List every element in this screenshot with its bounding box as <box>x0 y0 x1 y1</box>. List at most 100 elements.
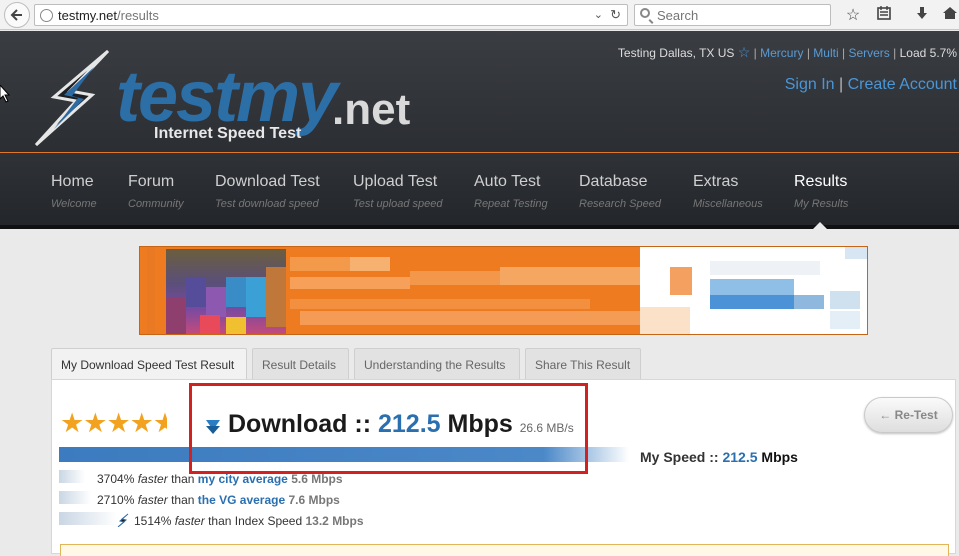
vg-average-link[interactable]: the VG average <box>198 493 285 507</box>
nav-label: Auto Test <box>474 173 541 190</box>
back-button[interactable] <box>4 2 30 28</box>
comparison-bar-index <box>59 512 117 525</box>
auth-links: Sign In | Create Account <box>784 76 957 93</box>
testing-location: Testing Dallas, TX US <box>617 46 735 60</box>
nav-sublabel: Welcome <box>51 198 97 210</box>
star-full-icon: ★ <box>106 408 130 438</box>
nav-auto-test[interactable]: Auto Test Repeat Testing <box>474 173 548 210</box>
tab-share-result[interactable]: Share This Result <box>525 348 641 379</box>
my-speed-label: My Speed :: <box>640 449 719 465</box>
tab-my-download-result[interactable]: My Download Speed Test Result <box>51 348 247 379</box>
comparison-percent: 2710% <box>97 493 135 507</box>
server-info: Testing Dallas, TX US ☆ | Mercury | Mult… <box>617 44 957 60</box>
city-average-link[interactable]: my city average <box>198 472 288 486</box>
server-load: Load 5.7% <box>899 46 957 60</box>
comparison-value: 7.6 Mbps <box>288 493 340 507</box>
comparison-percent: 3704% <box>97 472 135 486</box>
main-nav: Home Welcome Forum Community Download Test… <box>0 153 959 229</box>
nav-sublabel: Test upload speed <box>353 198 443 210</box>
comparison-than: than <box>171 493 195 507</box>
nav-label: Upload Test <box>353 173 438 190</box>
globe-icon <box>40 9 53 22</box>
tab-label: Result Details <box>262 358 337 372</box>
reload-icon[interactable]: ↻ <box>610 7 621 23</box>
tab-label: Share This Result <box>535 358 631 372</box>
comparison-vg: 2710% faster than the VG average 7.6 Mbp… <box>97 493 340 507</box>
comparison-bar-vg <box>59 491 91 504</box>
nav-label: Download Test <box>215 173 320 190</box>
nav-download-test[interactable]: Download Test Test download speed <box>215 173 320 210</box>
comparison-value: 5.6 Mbps <box>291 472 343 486</box>
comparison-than: than <box>171 472 195 486</box>
tab-result-details[interactable]: Result Details <box>252 348 349 379</box>
browser-search-box[interactable] <box>634 4 831 26</box>
nav-home[interactable]: Home Welcome <box>51 173 97 210</box>
comparison-faster: faster <box>137 472 168 486</box>
url-path: /results <box>117 8 159 23</box>
browser-toolbar: testmy.net/results ⌄ ↻ ☆ <box>0 0 959 30</box>
download-icon[interactable] <box>912 5 932 26</box>
comparison-faster: faster <box>174 514 205 528</box>
nav-sublabel: My Results <box>794 198 849 210</box>
url-domain: testmy.net <box>58 8 118 23</box>
retest-button[interactable]: ← Re-Test <box>864 397 953 433</box>
nav-extras[interactable]: Extras Miscellaneous <box>693 173 763 210</box>
logo-tld[interactable]: .net <box>332 85 410 135</box>
tab-label: Understanding the Results <box>364 358 506 372</box>
comparison-city: 3704% faster than my city average 5.6 Mb… <box>97 472 343 486</box>
my-speed-value: 212.5 <box>722 449 758 465</box>
star-full-icon: ★ <box>83 408 107 438</box>
notice-box <box>60 544 949 556</box>
lightning-bolt-logo-icon[interactable] <box>34 49 114 147</box>
comparison-faster: faster <box>137 493 168 507</box>
nav-sublabel: Community <box>128 198 184 210</box>
tab-understanding-results[interactable]: Understanding the Results <box>354 348 520 379</box>
mouse-cursor-icon <box>0 85 10 103</box>
star-icon[interactable]: ☆ <box>738 44 751 60</box>
lightning-bolt-icon <box>117 513 129 527</box>
star-full-icon: ★ <box>60 408 84 438</box>
highlight-box <box>189 383 588 474</box>
nav-database[interactable]: Database Research Speed <box>579 173 661 210</box>
nav-label: Extras <box>693 173 739 190</box>
address-bar[interactable]: testmy.net/results ⌄ ↻ <box>34 4 628 26</box>
url-text: testmy.net/results <box>58 8 159 23</box>
logo-wordmark[interactable]: testmy <box>116 61 338 133</box>
rating-stars: ★★★★★ <box>60 408 167 439</box>
comparison-bar-city <box>59 470 85 483</box>
star-half-icon: ★ <box>152 408 167 438</box>
site-header: Testing Dallas, TX US ☆ | Mercury | Mult… <box>0 31 959 153</box>
logo-tagline: Internet Speed Test <box>154 125 302 142</box>
reading-list-icon[interactable] <box>874 5 894 26</box>
chevron-down-icon[interactable]: ⌄ <box>594 8 603 21</box>
active-nav-caret <box>813 222 827 229</box>
create-account-link[interactable]: Create Account <box>848 76 957 93</box>
nav-sublabel: Repeat Testing <box>474 198 548 210</box>
comparison-index: 1514% faster than Index Speed 13.2 Mbps <box>134 514 364 528</box>
link-servers[interactable]: Servers <box>848 46 889 60</box>
my-speed-unit: Mbps <box>761 449 798 465</box>
nav-label: Home <box>51 173 94 190</box>
bookmark-star-icon[interactable]: ☆ <box>843 5 863 25</box>
nav-label: Database <box>579 173 648 190</box>
nav-sublabel: Test download speed <box>215 198 319 210</box>
nav-sublabel: Miscellaneous <box>693 198 763 210</box>
banner-ad[interactable] <box>139 246 868 335</box>
link-multi[interactable]: Multi <box>813 46 838 60</box>
nav-label: Results <box>794 173 848 190</box>
comparison-than: than Index Speed <box>208 514 303 528</box>
nav-results[interactable]: Results My Results <box>794 173 848 210</box>
sign-in-link[interactable]: Sign In <box>785 76 835 93</box>
nav-upload-test[interactable]: Upload Test Test upload speed <box>353 173 443 210</box>
nav-forum[interactable]: Forum Community <box>128 173 184 210</box>
nav-sublabel: Research Speed <box>579 198 661 210</box>
back-arrow-icon <box>10 9 22 21</box>
star-full-icon: ★ <box>129 408 154 438</box>
home-icon[interactable] <box>940 5 959 26</box>
browser-search-input[interactable] <box>657 7 825 23</box>
tab-label: My Download Speed Test Result <box>61 358 235 372</box>
comparison-value: 13.2 Mbps <box>305 514 364 528</box>
search-icon <box>640 8 650 18</box>
link-mercury[interactable]: Mercury <box>760 46 803 60</box>
comparison-percent: 1514% <box>134 514 172 528</box>
